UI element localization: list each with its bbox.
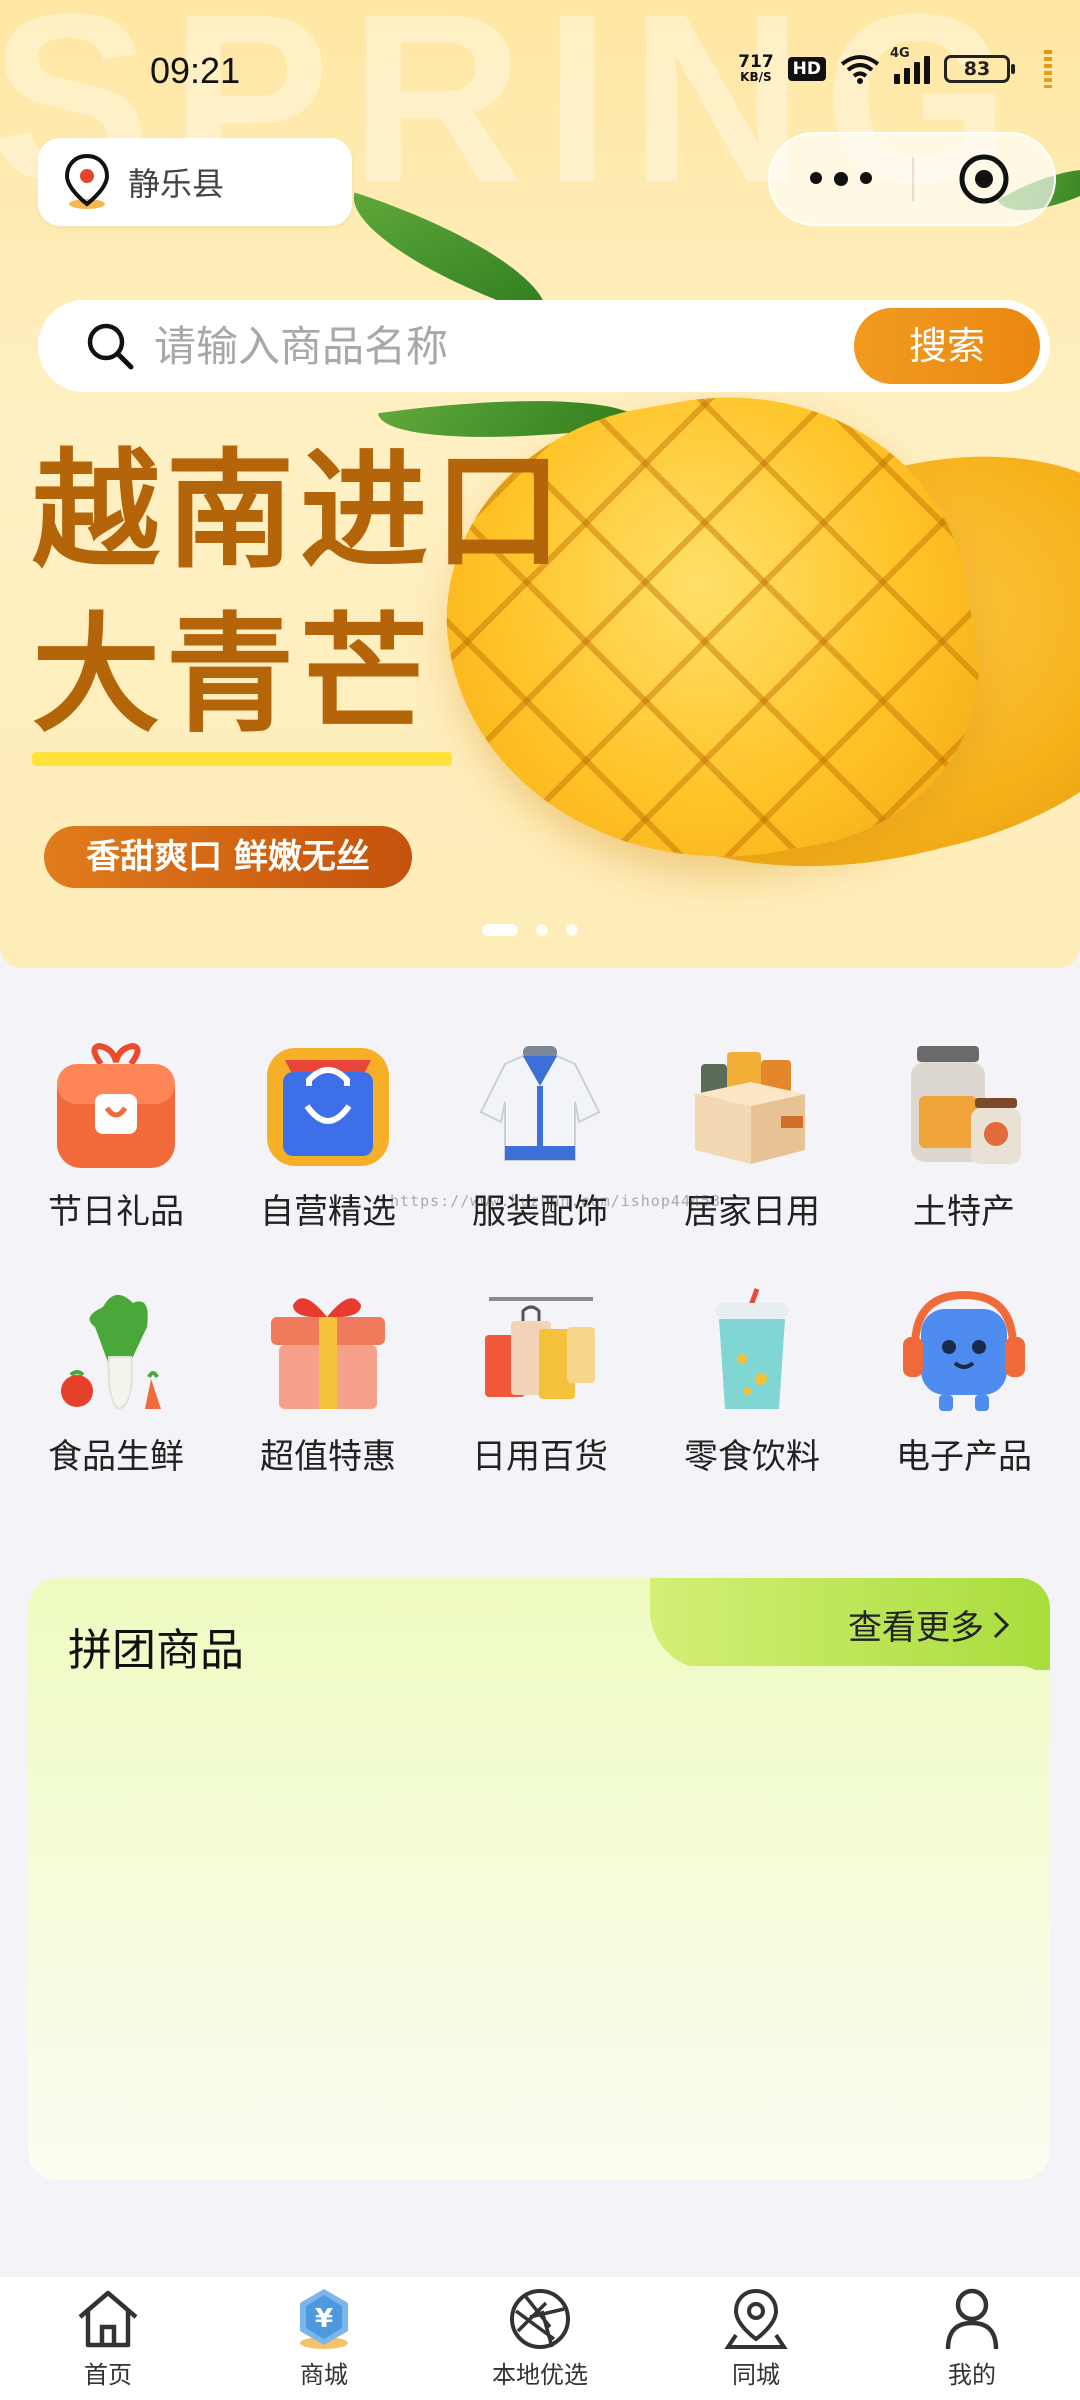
tab-label: 本地优选 bbox=[492, 2361, 588, 2389]
status-time: 09:21 bbox=[150, 50, 241, 91]
hero-banner[interactable]: SPRING 越南进口 大青芒 香甜爽口 鲜嫩无丝 09:21 717 KB/S… bbox=[0, 0, 1080, 968]
category-label: 零食饮料 bbox=[684, 1437, 820, 1477]
category-daily-goods[interactable]: 日用百货 bbox=[434, 1285, 646, 1478]
banner-tagline: 香甜爽口 鲜嫩无丝 bbox=[44, 826, 412, 888]
carousel-dot-active[interactable] bbox=[482, 924, 518, 936]
search-input[interactable] bbox=[154, 321, 834, 371]
mall-yen-icon: ¥ bbox=[300, 2289, 348, 2349]
tab-label: 首页 bbox=[84, 2361, 132, 2389]
banner-title-line1: 越南进口 bbox=[32, 437, 569, 586]
chevron-right-icon bbox=[993, 1611, 1010, 1638]
aperture-icon bbox=[510, 2289, 570, 2349]
banner-title-line2: 大青芒 bbox=[32, 601, 435, 750]
group-buy-content bbox=[28, 1666, 1050, 2180]
carousel-indicator bbox=[482, 924, 578, 936]
tab-label: 我的 bbox=[948, 2361, 996, 2389]
jacket-icon bbox=[473, 1040, 607, 1174]
title-underline bbox=[32, 752, 452, 766]
gift-box-icon bbox=[49, 1040, 183, 1174]
view-more-link[interactable]: 查看更多 bbox=[848, 1600, 1010, 1649]
tab-local-picks[interactable]: 本地优选 bbox=[432, 2277, 648, 2400]
shopping-bag-icon bbox=[261, 1040, 395, 1174]
tab-label: 商城 bbox=[300, 2361, 348, 2389]
network-type: 4G bbox=[890, 46, 910, 61]
carousel-dot[interactable] bbox=[536, 924, 548, 936]
miniprogram-capsule bbox=[768, 132, 1056, 226]
category-deals[interactable]: 超值特惠 bbox=[222, 1285, 434, 1478]
speed-value: 717 bbox=[738, 52, 774, 72]
group-buy-section: 拼团商品 查看更多 bbox=[28, 1578, 1050, 2180]
category-label: 日用百货 bbox=[472, 1437, 608, 1477]
view-more-label: 查看更多 bbox=[848, 1608, 984, 1648]
category-festival-gifts[interactable]: 节日礼品 bbox=[10, 1040, 222, 1233]
home-icon bbox=[78, 2290, 138, 2348]
target-icon bbox=[959, 154, 1009, 204]
jar-icon bbox=[897, 1040, 1031, 1174]
drink-cup-icon bbox=[685, 1285, 819, 1419]
category-fresh-food[interactable]: 食品生鲜 bbox=[10, 1285, 222, 1478]
close-miniprogram-button[interactable] bbox=[914, 151, 1054, 207]
robot-headphone-icon bbox=[897, 1285, 1031, 1419]
location-pin-icon bbox=[64, 153, 110, 209]
more-menu-button[interactable] bbox=[770, 172, 912, 186]
wifi-icon bbox=[840, 55, 880, 84]
group-buy-title: 拼团商品 bbox=[68, 1625, 244, 1676]
tab-mall[interactable]: ¥ 商城 bbox=[216, 2277, 432, 2400]
category-electronics[interactable]: 电子产品 bbox=[858, 1285, 1070, 1478]
hd-badge: HD bbox=[787, 57, 826, 81]
location-selector[interactable]: 静乐县 bbox=[38, 138, 352, 226]
tab-me[interactable]: 我的 bbox=[864, 2277, 1080, 2400]
carousel-dot[interactable] bbox=[566, 924, 578, 936]
present-icon bbox=[261, 1285, 395, 1419]
svg-text:¥: ¥ bbox=[315, 2304, 333, 2334]
tab-same-city[interactable]: 同城 bbox=[648, 2277, 864, 2400]
category-label: 食品生鲜 bbox=[48, 1437, 184, 1477]
search-icon bbox=[87, 323, 134, 370]
category-label: 电子产品 bbox=[896, 1437, 1032, 1477]
bottom-tab-bar: 首页 ¥ 商城 本地优选 同城 我的 bbox=[0, 2276, 1080, 2400]
tab-home[interactable]: 首页 bbox=[0, 2277, 216, 2400]
user-icon bbox=[945, 2288, 999, 2350]
shopping-bags-rack-icon bbox=[473, 1285, 607, 1419]
watermark-url: https://www.huzhan.com/ishop44453 bbox=[390, 1192, 722, 1210]
location-name: 静乐县 bbox=[128, 165, 225, 203]
category-label: 土特产 bbox=[913, 1192, 1015, 1232]
network-speed: 717 KB/S bbox=[738, 54, 774, 84]
category-local-specialty[interactable]: 土特产 bbox=[858, 1040, 1070, 1233]
tab-label: 同城 bbox=[732, 2361, 780, 2389]
vegetable-icon bbox=[49, 1285, 183, 1419]
storage-box-icon bbox=[685, 1040, 819, 1174]
search-bar: 搜索 bbox=[38, 300, 1050, 392]
category-label: 节日礼品 bbox=[48, 1192, 184, 1232]
category-label: 自营精选 bbox=[260, 1192, 396, 1232]
category-label: 超值特惠 bbox=[260, 1437, 396, 1477]
cellular-signal-icon: 4G bbox=[890, 46, 930, 84]
notification-indicator-icon bbox=[1044, 50, 1052, 88]
battery-icon: 83 bbox=[944, 55, 1015, 83]
category-snacks-drinks[interactable]: 零食饮料 bbox=[646, 1285, 858, 1478]
map-pin-icon bbox=[724, 2288, 788, 2349]
speed-unit: KB/S bbox=[740, 70, 772, 84]
status-icons: 717 KB/S HD 4G 83 bbox=[738, 46, 1052, 88]
search-button[interactable]: 搜索 bbox=[854, 308, 1040, 384]
category-grid: 节日礼品 自营精选 服装配饰 居家日用 土特产 食品生鲜 超值特惠 日用百货 零… bbox=[0, 1040, 1080, 1478]
